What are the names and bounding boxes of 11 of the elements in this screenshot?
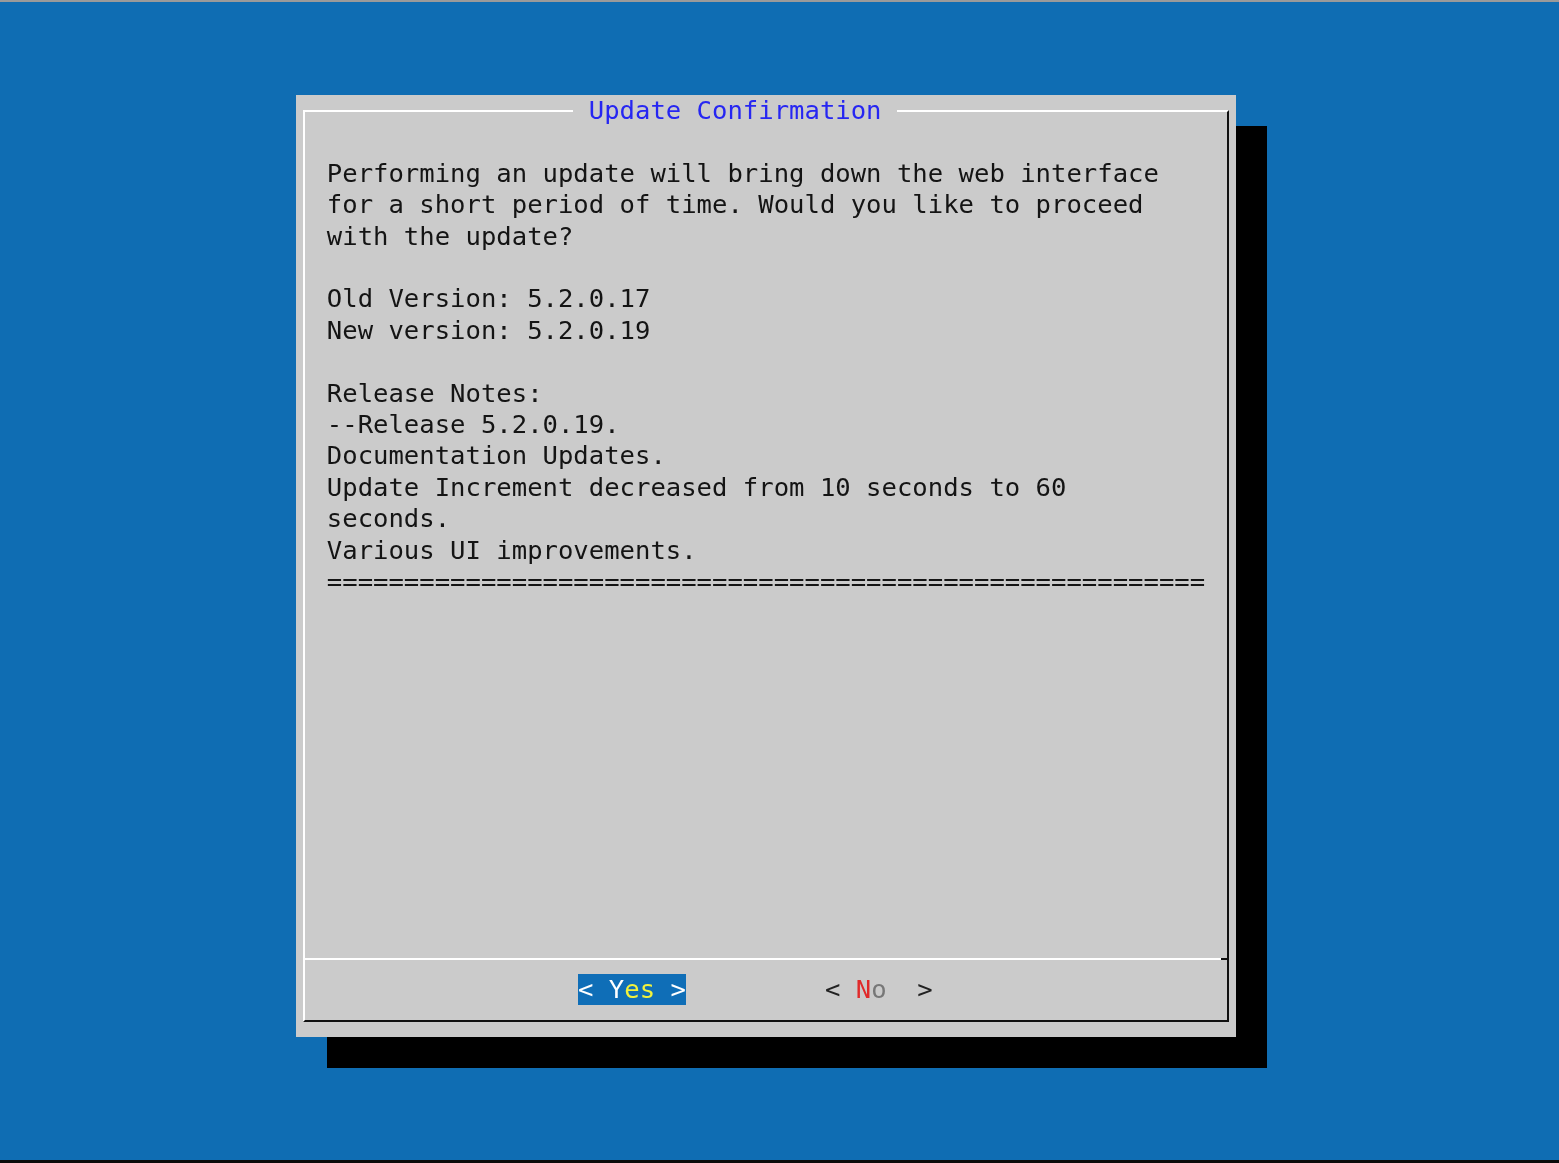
release-notes-heading: Release Notes: [326,377,543,409]
message-text: Performing an update will bring down the web interface for a short period of time. Would you like to proceed with the update? [326,157,1160,252]
dialog-button[interactable]: < No > [824,974,933,1006]
release-note: Documentation Updates. [326,440,666,472]
divider-text: ========================================================= [326,566,1206,598]
release-note: Various UI improvements. [326,534,697,567]
version-text: Old Version: 5.2.0.17 [326,283,651,315]
release-note: Update Increment decreased from 10 seconds to 60 seconds. [326,471,1068,535]
version-text: New version: 5.2.0.19 [326,314,651,347]
dialog-button[interactable]: < Yes > [578,974,686,1006]
release-note: --Release 5.2.0.19. [326,409,620,441]
